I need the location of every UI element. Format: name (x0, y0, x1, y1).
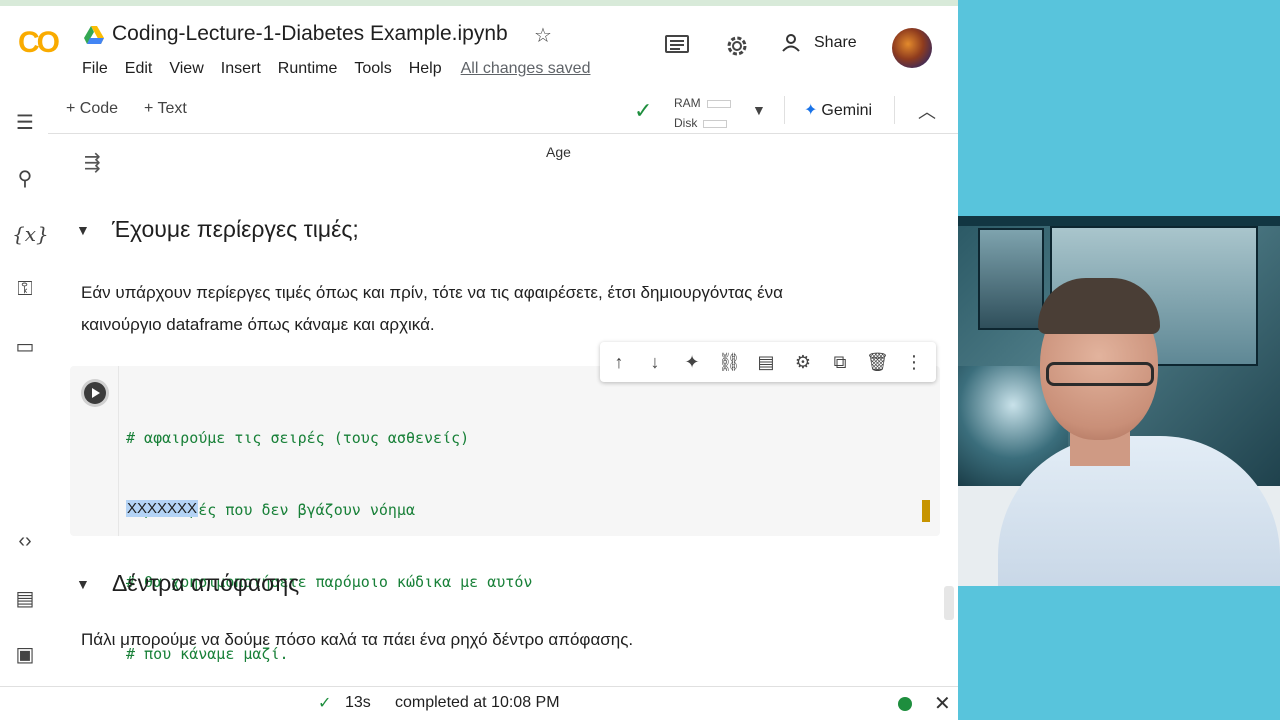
table-of-contents-icon[interactable]: ☰ (12, 110, 38, 136)
output-actions-icon[interactable]: ⇶ (84, 150, 101, 175)
menu-insert[interactable]: Insert (221, 60, 261, 78)
background-photo-tile (978, 228, 1044, 330)
sparkle-icon[interactable]: ✦ (681, 351, 703, 373)
folder-icon[interactable]: ▭ (12, 334, 38, 360)
menu-edit[interactable]: Edit (125, 60, 153, 78)
avatar[interactable] (892, 28, 932, 68)
menu-bar: File Edit View Insert Runtime Tools Help… (82, 60, 607, 78)
share-label: Share (814, 34, 857, 51)
run-cell-button[interactable] (84, 382, 106, 404)
cursor-marker (922, 500, 930, 522)
code-cell[interactable]: # αφαιρούμε τις σειρές (τους ασθενείς) #… (70, 366, 940, 663)
connected-check-icon: ✓ (634, 98, 653, 123)
gemini-label: Gemini (821, 102, 873, 119)
plus-icon: + (144, 100, 154, 117)
variables-icon[interactable]: {x} (12, 222, 49, 248)
status-dot (898, 697, 912, 711)
section-title: Έχουμε περίεργες τιμές; (112, 216, 359, 242)
ram-label: RAM (674, 96, 701, 110)
plot-remnant (48, 134, 928, 142)
drive-icon[interactable] (84, 26, 104, 44)
selected-code-text[interactable]: XXXXXXX (126, 500, 199, 517)
search-icon[interactable]: ⚲ (12, 166, 38, 192)
section-header[interactable]: ▼ Έχουμε περίεργες τιμές; (76, 216, 359, 243)
gemini-button[interactable]: ✦ Gemini (804, 100, 872, 120)
divider (894, 96, 895, 124)
add-text-label: Text (157, 100, 187, 117)
plot-axis-label: Age (546, 144, 571, 160)
text-line: καινούργιο dataframe όπως κάναμε και αρχ… (81, 315, 435, 334)
presenter-webcam (958, 216, 1280, 586)
notebook-title[interactable]: Coding-Lecture-1-Diabetes Example.ipynb (112, 22, 508, 46)
ram-bar (706, 99, 731, 108)
menu-view[interactable]: View (169, 60, 203, 78)
divider (784, 96, 785, 124)
left-sidebar: ☰ ⚲ {x} ⚿ ▭ ‹› ▤ ▣ (0, 88, 49, 688)
code-snippets-icon[interactable]: ‹› (12, 530, 38, 556)
person-add-icon (782, 34, 800, 52)
mirror-cell-icon[interactable]: ⧉ (829, 351, 851, 373)
resources-indicator[interactable]: RAM Disk (674, 93, 731, 133)
chevron-down-icon[interactable]: ▼ (752, 102, 766, 118)
menu-help[interactable]: Help (409, 60, 442, 78)
delete-icon[interactable]: 🗑 (866, 351, 889, 373)
execution-time[interactable]: 13s (345, 694, 371, 712)
more-vert-icon[interactable]: ⋮ (903, 351, 925, 373)
add-code-button[interactable]: + Code (66, 100, 118, 118)
add-text-button[interactable]: + Text (144, 100, 187, 118)
notebook-content: Age ⇶ ▼ Έχουμε περίεργες τιμές; Εάν υπάρ… (48, 134, 958, 686)
disk-label: Disk (674, 116, 698, 130)
header: CO Coding-Lecture-1-Diabetes Example.ipy… (0, 6, 958, 88)
presenter-glasses (1046, 362, 1154, 386)
close-icon[interactable]: ✕ (934, 691, 951, 716)
cell-gutter (118, 366, 119, 536)
gear-icon[interactable] (724, 33, 750, 59)
disk-bar (703, 119, 728, 128)
arrow-up-icon[interactable]: ↑ (608, 351, 630, 373)
terminal-icon[interactable]: ▣ (12, 642, 38, 668)
scrollbar-thumb[interactable] (944, 586, 954, 620)
save-status[interactable]: All changes saved (461, 60, 591, 78)
command-palette-icon[interactable]: ▤ (12, 586, 38, 612)
menu-runtime[interactable]: Runtime (278, 60, 338, 78)
collapse-caret-icon[interactable]: ▼ (76, 222, 112, 238)
share-button[interactable]: Share (782, 34, 857, 52)
section-title: Δέντρα απόφασης (112, 570, 300, 596)
add-code-label: Code (79, 100, 119, 117)
menu-tools[interactable]: Tools (354, 60, 391, 78)
markdown-text: Εάν υπάρχουν περίεργες τιμές όπως και πρ… (81, 277, 901, 341)
status-bar: ✓ 13s completed at 10:08 PM ✕ (0, 686, 958, 720)
text-line: Εάν υπάρχουν περίεργες τιμές όπως και πρ… (81, 283, 783, 302)
collapse-caret-icon[interactable]: ▼ (76, 576, 112, 592)
notebook-toolbar: + Code + Text ✓ RAM Disk ▼ ✦ Gemini ︿ (48, 88, 958, 134)
key-icon[interactable]: ⚿ (12, 278, 38, 304)
plus-icon: + (66, 100, 76, 117)
gear-icon[interactable]: ⚙ (792, 351, 814, 373)
comment-icon[interactable]: ▤ (755, 351, 777, 373)
markdown-text: Πάλι μπορούμε να δούμε πόσο καλά τα πάει… (81, 630, 634, 649)
code-line: # αφαιρούμε τις σειρές (τους ασθενείς) (126, 429, 470, 447)
colab-window: CO Coding-Lecture-1-Diabetes Example.ipy… (0, 0, 958, 720)
chevron-up-icon[interactable]: ︿ (918, 98, 936, 124)
star-icon[interactable]: ☆ (534, 23, 552, 48)
menu-file[interactable]: File (82, 60, 108, 78)
arrow-down-icon[interactable]: ↓ (644, 351, 666, 373)
cell-toolbar: ↑ ↓ ✦ ⛓ ▤ ⚙ ⧉ 🗑 ⋮ (600, 342, 936, 382)
comment-icon[interactable] (664, 34, 690, 56)
section-header[interactable]: ▼ Δέντρα απόφασης (76, 570, 299, 597)
sparkle-icon: ✦ (804, 102, 818, 119)
link-icon[interactable]: ⛓ (718, 351, 741, 373)
check-icon: ✓ (318, 695, 332, 712)
colab-logo[interactable]: CO (18, 26, 60, 60)
completed-status[interactable]: completed at 10:08 PM (395, 694, 560, 712)
